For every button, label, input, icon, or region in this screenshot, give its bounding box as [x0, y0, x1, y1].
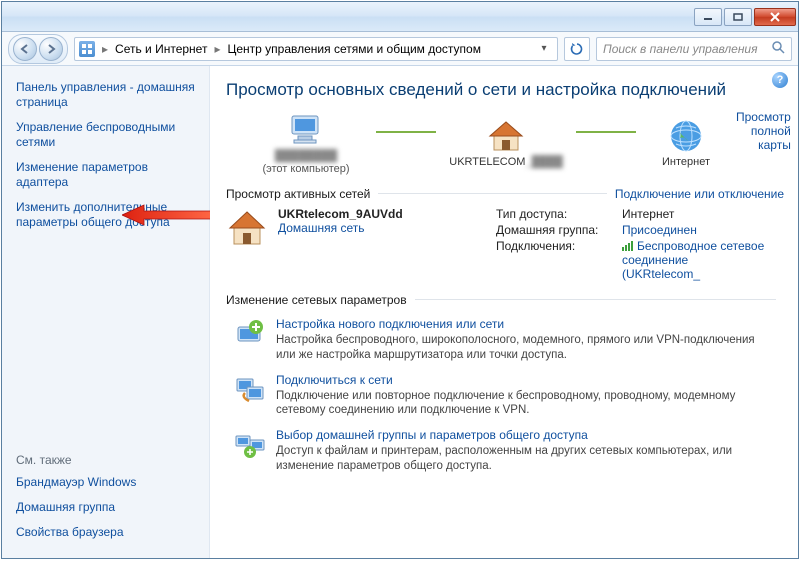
house-icon [486, 116, 526, 156]
breadcrumb-item[interactable]: Сеть и Интернет [115, 42, 207, 56]
map-connector [376, 131, 436, 133]
network-type-link[interactable]: Домашняя сеть [278, 221, 403, 235]
search-placeholder: Поиск в панели управления [603, 42, 758, 56]
maximize-button[interactable] [724, 8, 752, 26]
homegroup-icon [234, 428, 266, 460]
help-icon[interactable]: ? [772, 72, 788, 88]
breadcrumb-item[interactable]: Центр управления сетями и общим доступом [227, 42, 481, 56]
control-panel-icon [79, 41, 95, 57]
address-bar: ▸ Сеть и Интернет ▸ Центр управления сет… [2, 32, 798, 66]
active-network: UKRtelecom_9AUVdd Домашняя сеть [226, 207, 486, 281]
map-node-label: UKRTELECOM [449, 156, 525, 168]
task-desc: Доступ к файлам и принтерам, расположенн… [276, 444, 756, 474]
globe-icon [666, 116, 706, 156]
kv-key: Тип доступа: [496, 207, 616, 221]
search-icon [772, 41, 785, 57]
chevron-down-icon[interactable]: ▾ [535, 43, 553, 54]
task-new-connection: Настройка нового подключения или сети На… [234, 317, 784, 363]
network-name: UKRtelecom_9AUVdd [278, 207, 403, 221]
connection-link[interactable]: Беспроводное сетевое соединение(UKRtelec… [622, 239, 784, 281]
task-link[interactable]: Настройка нового подключения или сети [276, 317, 756, 331]
sidebar-item-wireless[interactable]: Управление беспроводными сетями [16, 120, 199, 150]
map-connector [576, 131, 636, 133]
task-link[interactable]: Выбор домашней группы и параметров общег… [276, 428, 756, 442]
window-frame: ▸ Сеть и Интернет ▸ Центр управления сет… [1, 1, 799, 559]
minimize-button[interactable] [694, 8, 722, 26]
forward-button[interactable] [39, 37, 63, 61]
kv-key: Домашняя группа: [496, 223, 616, 237]
map-node-label: ████████ [275, 150, 337, 163]
network-details: Тип доступа: Интернет Домашняя группа: П… [496, 207, 784, 281]
sidebar-item-home[interactable]: Панель управления - домашняя страница [16, 80, 199, 110]
house-icon [226, 207, 268, 249]
map-node-router: UKRTELECOM_████ [436, 116, 576, 169]
search-input[interactable]: Поиск в панели управления [596, 37, 792, 61]
kv-value: Интернет [622, 207, 784, 221]
map-node-label: Интернет [662, 156, 710, 169]
chevron-right-icon: ▸ [214, 42, 220, 56]
section-heading-change: Изменение сетевых параметров [226, 293, 407, 307]
sidebar-item-adapter[interactable]: Изменение параметров адаптера [16, 160, 199, 190]
sidebar-see-also-homegroup[interactable]: Домашняя группа [16, 500, 199, 515]
see-also-heading: См. также [16, 453, 199, 467]
view-full-map-link[interactable]: Просмотр полной карты [736, 110, 791, 152]
connect-icon [234, 373, 266, 405]
task-link[interactable]: Подключиться к сети [276, 373, 756, 387]
task-connect: Подключиться к сети Подключение или повт… [234, 373, 784, 419]
computer-icon [286, 110, 326, 150]
map-node-this-pc: ████████ (этот компьютер) [236, 110, 376, 175]
homegroup-link[interactable]: Присоединен [622, 223, 784, 237]
task-desc: Подключение или повторное подключение к … [276, 389, 756, 419]
map-node-internet: Интернет [636, 116, 736, 169]
signal-icon [622, 241, 633, 251]
sidebar-item-sharing[interactable]: Изменить дополнительные параметры общего… [16, 200, 199, 230]
breadcrumb-box[interactable]: ▸ Сеть и Интернет ▸ Центр управления сет… [74, 37, 558, 61]
chevron-right-icon: ▸ [102, 42, 108, 56]
sidebar-see-also-firewall[interactable]: Брандмауэр Windows [16, 475, 199, 490]
close-button[interactable] [754, 8, 796, 26]
nav-buttons [8, 34, 68, 64]
kv-key: Подключения: [496, 239, 616, 281]
task-desc: Настройка беспроводного, широкополосного… [276, 333, 756, 363]
new-connection-icon [234, 317, 266, 349]
network-map: ████████ (этот компьютер) UKRTELECOM_███… [236, 110, 736, 175]
map-node-sublabel: (этот компьютер) [262, 163, 349, 175]
refresh-button[interactable] [564, 37, 590, 61]
back-button[interactable] [13, 37, 37, 61]
connect-disconnect-link[interactable]: Подключение или отключение [615, 187, 784, 201]
page-title: Просмотр основных сведений о сети и наст… [226, 80, 784, 100]
content-pane: ? Просмотр основных сведений о сети и на… [210, 66, 798, 558]
task-homegroup: Выбор домашней группы и параметров общег… [234, 428, 784, 474]
titlebar [2, 2, 798, 32]
section-heading-active: Просмотр активных сетей [226, 187, 370, 201]
sidebar-see-also-browser[interactable]: Свойства браузера [16, 525, 199, 540]
sidebar: Панель управления - домашняя страница Уп… [2, 66, 210, 558]
